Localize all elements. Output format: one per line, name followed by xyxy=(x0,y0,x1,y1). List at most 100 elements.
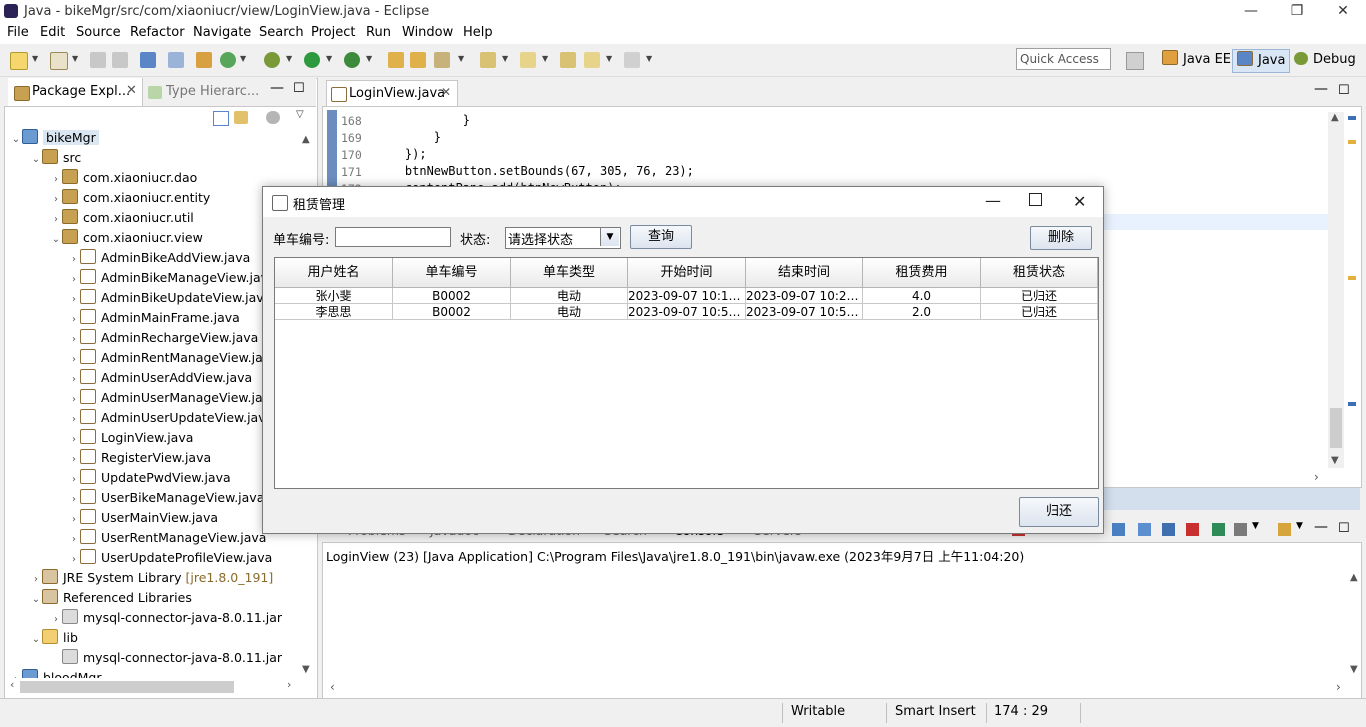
tree-referenced-libraries[interactable]: ⌄ Referenced Libraries xyxy=(30,588,192,608)
tree-scroll-down-icon[interactable]: ▼ xyxy=(302,664,310,675)
display-console-icon[interactable] xyxy=(1234,523,1247,536)
collapse-icon[interactable]: › xyxy=(30,570,42,590)
overview-marker[interactable] xyxy=(1348,402,1356,406)
new-java-package-icon[interactable] xyxy=(388,52,404,68)
menu-help[interactable]: Help xyxy=(463,25,493,40)
quick-access-input[interactable]: Quick Access xyxy=(1016,48,1111,70)
tree-lib-folder[interactable]: ⌄ lib xyxy=(30,628,78,648)
dropdown-arrow-icon[interactable]: ▼ xyxy=(1252,521,1259,531)
search-icon[interactable] xyxy=(434,52,450,68)
overview-marker[interactable] xyxy=(1348,140,1356,144)
collapse-icon[interactable]: › xyxy=(68,510,80,530)
tree-package[interactable]: › com.xiaoniucr.util xyxy=(50,208,194,228)
console-toolbar-icon[interactable] xyxy=(1112,523,1125,536)
table-cell[interactable]: 2023-09-07 10:13:10 xyxy=(628,288,746,304)
editor-vertical-scrollbar[interactable] xyxy=(1328,112,1344,468)
collapse-icon[interactable]: › xyxy=(10,670,22,678)
collapse-icon[interactable]: › xyxy=(68,450,80,470)
collapse-icon[interactable]: › xyxy=(68,270,80,290)
status-select[interactable]: 请选择状态 ▼ xyxy=(505,227,621,249)
expand-icon[interactable]: ⌄ xyxy=(30,150,42,170)
console-scroll-down-icon[interactable]: ▼ xyxy=(1350,664,1358,675)
close-tab-icon[interactable]: ✕ xyxy=(126,83,137,98)
table-cell[interactable]: B0002 xyxy=(393,288,511,304)
tree-file[interactable]: › AdminBikeManageView.java xyxy=(68,268,276,288)
save-icon[interactable] xyxy=(90,52,106,68)
tree-lib-jar[interactable]: mysql-connector-java-8.0.11.jar xyxy=(50,648,282,668)
return-button[interactable]: 归还 xyxy=(1019,497,1099,527)
collapse-icon[interactable]: › xyxy=(68,250,80,270)
column-header[interactable]: 用户姓名 xyxy=(275,258,393,288)
annotation-icon[interactable] xyxy=(480,52,496,68)
table-cell[interactable]: 电动 xyxy=(511,304,628,320)
expand-icon[interactable]: ⌄ xyxy=(30,630,42,650)
tab-package-explorer[interactable]: Package Expl... ✕ xyxy=(8,78,143,106)
table-cell[interactable]: 已归还 xyxy=(981,304,1098,320)
save-all-icon[interactable] xyxy=(112,52,128,68)
restore-button[interactable]: ❐ xyxy=(1274,0,1320,24)
maximize-view-icon[interactable]: ☐ xyxy=(293,81,305,96)
close-tab-icon[interactable]: ✕ xyxy=(441,85,451,99)
table-cell[interactable]: 2023-09-07 10:54:... xyxy=(746,304,863,320)
close-button[interactable]: ✕ xyxy=(1320,0,1366,24)
overview-marker[interactable] xyxy=(1348,116,1356,120)
console-toolbar-icon[interactable] xyxy=(1138,523,1151,536)
menu-edit[interactable]: Edit xyxy=(40,25,65,40)
console-scroll-left-icon[interactable]: ‹ xyxy=(330,680,335,694)
table-cell[interactable]: 李思思 xyxy=(275,304,393,320)
perspective-debug[interactable]: Debug xyxy=(1290,49,1360,71)
collapse-all-icon[interactable] xyxy=(213,111,229,126)
expand-icon[interactable]: ⌄ xyxy=(30,590,42,610)
tree-file[interactable]: › RegisterView.java xyxy=(68,448,211,468)
rent-table[interactable]: 用户姓名 单车编号 单车类型 开始时间 结束时间 租赁费用 租赁状态 张小斐 B… xyxy=(274,257,1099,489)
expand-icon[interactable]: ⌄ xyxy=(50,230,62,250)
dialog-close-icon[interactable]: ✕ xyxy=(1073,192,1086,211)
debug-icon[interactable] xyxy=(264,52,280,68)
menu-window[interactable]: Window xyxy=(402,25,453,40)
column-header[interactable]: 单车编号 xyxy=(393,258,511,288)
next-annotation-icon[interactable] xyxy=(520,52,536,68)
bike-no-input[interactable] xyxy=(335,227,451,247)
tree-jre[interactable]: › JRE System Library [jre1.8.0_191] xyxy=(30,568,273,588)
collapse-icon[interactable]: › xyxy=(50,190,62,210)
tree-file[interactable]: › AdminUserAddView.java xyxy=(68,368,252,388)
column-header[interactable]: 租赁费用 xyxy=(863,258,981,288)
scroll-right-icon[interactable]: › xyxy=(287,678,291,691)
console-toolbar-icon[interactable] xyxy=(1186,523,1199,536)
collapse-icon[interactable]: › xyxy=(68,330,80,350)
table-cell[interactable]: 张小斐 xyxy=(275,288,393,304)
tree-file[interactable]: › UpdatePwdView.java xyxy=(68,468,231,488)
menu-run[interactable]: Run xyxy=(366,25,391,40)
editor-scroll-right-icon[interactable]: › xyxy=(1314,470,1319,484)
collapse-icon[interactable]: › xyxy=(68,550,80,570)
tree-file[interactable]: › AdminUserManageView.java xyxy=(68,388,278,408)
tree-file[interactable]: › UserRentManageView.java xyxy=(68,528,266,548)
back-icon[interactable] xyxy=(584,52,600,68)
expand-icon[interactable]: ⌄ xyxy=(10,130,22,150)
new-project-icon[interactable] xyxy=(50,52,68,70)
filter-icon[interactable] xyxy=(266,111,280,124)
menu-file[interactable]: File xyxy=(7,25,29,40)
collapse-icon[interactable]: › xyxy=(68,390,80,410)
tree-scroll-up-icon[interactable]: ▲ xyxy=(302,134,310,145)
console-scroll-right-icon[interactable]: › xyxy=(1336,680,1341,694)
tree-src[interactable]: ⌄ src xyxy=(30,148,81,168)
table-cell[interactable]: 2.0 xyxy=(863,304,981,320)
tree-file[interactable]: › AdminBikeUpdateView.java xyxy=(68,288,271,308)
pin-console-icon[interactable] xyxy=(1212,523,1225,536)
skip-breakpoints-icon[interactable] xyxy=(168,52,184,68)
console-icon[interactable] xyxy=(140,52,156,68)
table-cell[interactable]: B0002 xyxy=(393,304,511,320)
collapse-icon[interactable]: › xyxy=(68,350,80,370)
tree-file[interactable]: › AdminMainFrame.java xyxy=(68,308,240,328)
collapse-icon[interactable]: › xyxy=(68,370,80,390)
menu-project[interactable]: Project xyxy=(311,25,355,40)
column-header[interactable]: 开始时间 xyxy=(628,258,746,288)
collapse-icon[interactable]: › xyxy=(68,410,80,430)
collapse-icon[interactable]: › xyxy=(68,290,80,310)
overview-marker[interactable] xyxy=(1348,276,1356,280)
tree-file[interactable]: › AdminBikeAddView.java xyxy=(68,248,250,268)
tree-file[interactable]: › UserUpdateProfileView.java xyxy=(68,548,272,568)
collapse-icon[interactable]: › xyxy=(50,210,62,230)
menu-search[interactable]: Search xyxy=(259,25,304,40)
